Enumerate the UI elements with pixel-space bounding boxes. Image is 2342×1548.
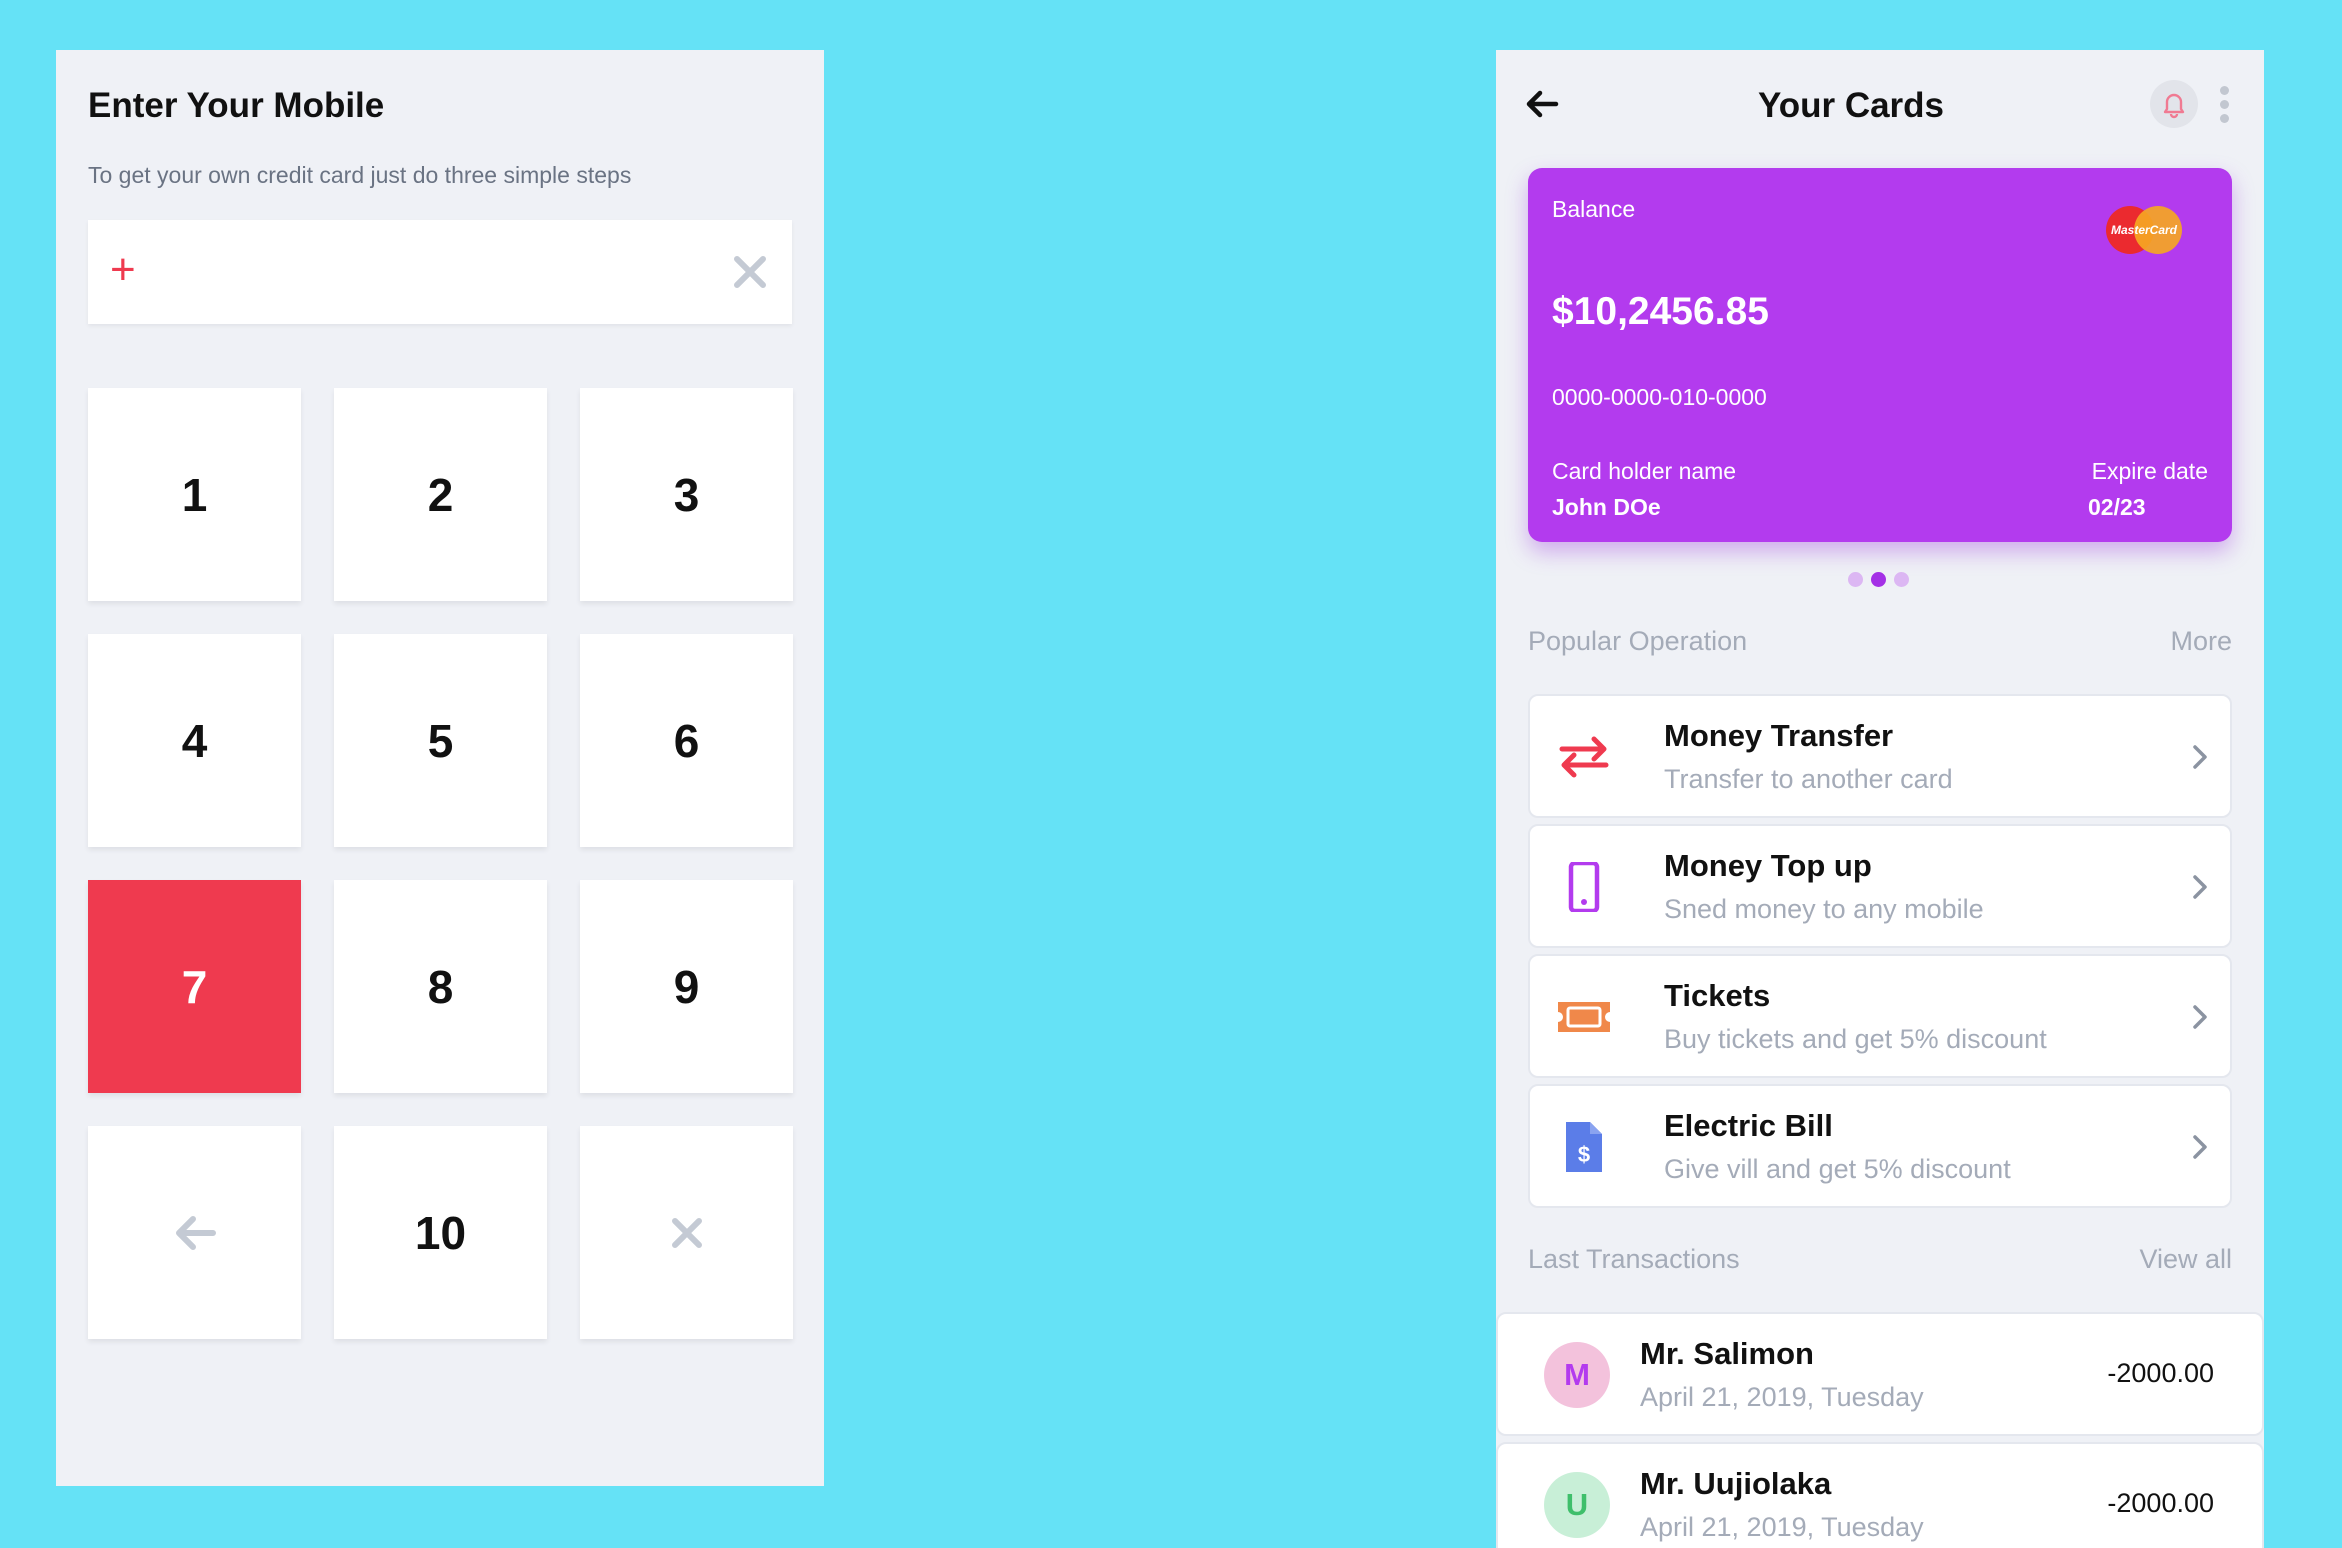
key-5[interactable]: 5 xyxy=(334,634,547,847)
page-title: Your Cards xyxy=(1757,86,1945,125)
expiry-label: Expire date xyxy=(2091,458,2208,484)
section-title: Last Transactions xyxy=(1528,1244,1740,1274)
phone-input-field[interactable]: + xyxy=(88,220,792,324)
popular-operation-header: Popular Operation More xyxy=(1528,626,2232,657)
transaction-list: M Mr. Salimon April 21, 2019, Tuesday -2… xyxy=(1496,1312,2264,1548)
operation-subtitle: Give vill and get 5% discount xyxy=(1664,1154,2011,1184)
transaction-row[interactable]: U Mr. Uujiolaka April 21, 2019, Tuesday … xyxy=(1496,1442,2264,1548)
phone-number-input[interactable] xyxy=(166,244,690,302)
transaction-date: April 21, 2019, Tuesday xyxy=(1640,1512,1924,1542)
clear-key[interactable] xyxy=(580,1126,793,1339)
notifications-button[interactable] xyxy=(2150,80,2198,128)
mobile-phone-icon xyxy=(1568,862,1600,912)
bell-icon xyxy=(2163,93,2185,119)
card-number: 0000-0000-010-0000 xyxy=(1552,384,1767,410)
key-2[interactable]: 2 xyxy=(334,388,547,601)
key-6[interactable]: 6 xyxy=(580,634,793,847)
cards-panel: Your Cards Balance $10,2456.85 0000-0000… xyxy=(1496,50,2264,1548)
more-link[interactable]: More xyxy=(2170,626,2232,657)
key-9[interactable]: 9 xyxy=(580,880,793,1093)
operation-money-transfer[interactable]: Money Transfer Transfer to another card xyxy=(1528,694,2232,818)
key-8[interactable]: 8 xyxy=(334,880,547,1093)
avatar: U xyxy=(1544,1472,1610,1538)
transfer-icon xyxy=(1559,736,1609,778)
operation-tickets[interactable]: Tickets Buy tickets and get 5% discount xyxy=(1528,954,2232,1078)
carousel-dot[interactable] xyxy=(1894,572,1909,587)
chevron-right-icon xyxy=(2193,745,2207,769)
card-carousel-indicator xyxy=(1848,572,1909,587)
transaction-name: Mr. Salimon xyxy=(1640,1336,1814,1371)
last-transactions-header: Last Transactions View all xyxy=(1528,1244,2232,1275)
operation-electric-bill[interactable]: $ Electric Bill Give vill and get 5% dis… xyxy=(1528,1084,2232,1208)
mastercard-logo: MasterCard xyxy=(2106,206,2182,254)
expiry-date: 02/23 xyxy=(2088,494,2146,520)
operation-list: Money Transfer Transfer to another card … xyxy=(1528,694,2232,1214)
operation-money-top-up[interactable]: Money Top up Sned money to any mobile xyxy=(1528,824,2232,948)
carousel-dot[interactable] xyxy=(1848,572,1863,587)
close-icon xyxy=(671,1217,702,1248)
card-holder-name: John DOe xyxy=(1552,494,1661,520)
mobile-entry-panel: Enter Your Mobile To get your own credit… xyxy=(56,50,824,1486)
key-3[interactable]: 3 xyxy=(580,388,793,601)
clear-input-icon[interactable] xyxy=(728,250,772,294)
operation-subtitle: Buy tickets and get 5% discount xyxy=(1664,1024,2047,1054)
operation-subtitle: Transfer to another card xyxy=(1664,764,1953,794)
operation-title: Money Transfer xyxy=(1664,718,1894,753)
view-all-link[interactable]: View all xyxy=(2139,1244,2232,1275)
key-7[interactable]: 7 xyxy=(88,880,301,1093)
operation-title: Electric Bill xyxy=(1664,1108,1833,1143)
svg-text:MasterCard: MasterCard xyxy=(2111,223,2178,237)
page-subtitle: To get your own credit card just do thre… xyxy=(88,162,632,188)
backspace-key[interactable] xyxy=(88,1126,301,1339)
chevron-right-icon xyxy=(2193,875,2207,899)
transaction-date: April 21, 2019, Tuesday xyxy=(1640,1382,1924,1412)
phone-prefix: + xyxy=(110,245,136,294)
ticket-icon xyxy=(1558,1002,1610,1032)
key-4[interactable]: 4 xyxy=(88,634,301,847)
carousel-dot-active[interactable] xyxy=(1871,572,1886,587)
arrow-left-icon xyxy=(175,1215,216,1250)
numeric-keypad: 1 2 3 4 5 6 7 8 9 10 xyxy=(88,388,793,1339)
operation-subtitle: Sned money to any mobile xyxy=(1664,894,1984,924)
balance-label: Balance xyxy=(1552,196,1636,222)
operation-title: Tickets xyxy=(1664,978,1771,1013)
transaction-amount: -2000.00 xyxy=(2107,1358,2214,1388)
avatar: M xyxy=(1544,1342,1610,1408)
more-options-icon[interactable] xyxy=(2218,86,2230,123)
balance-amount: $10,2456.85 xyxy=(1552,290,1769,333)
transaction-amount: -2000.00 xyxy=(2107,1488,2214,1518)
section-title: Popular Operation xyxy=(1528,626,1748,656)
chevron-right-icon xyxy=(2193,1135,2207,1159)
transaction-row[interactable]: M Mr. Salimon April 21, 2019, Tuesday -2… xyxy=(1496,1312,2264,1436)
page-title: Enter Your Mobile xyxy=(88,86,385,125)
key-10[interactable]: 10 xyxy=(334,1126,547,1339)
chevron-right-icon xyxy=(2193,1005,2207,1029)
svg-text:$: $ xyxy=(1578,1142,1590,1167)
transaction-name: Mr. Uujiolaka xyxy=(1640,1466,1832,1501)
key-1[interactable]: 1 xyxy=(88,388,301,601)
card-holder-label: Card holder name xyxy=(1552,458,1737,484)
bill-icon: $ xyxy=(1566,1122,1602,1172)
credit-card[interactable]: Balance $10,2456.85 0000-0000-010-0000 C… xyxy=(1528,168,2232,542)
operation-title: Money Top up xyxy=(1664,848,1872,883)
